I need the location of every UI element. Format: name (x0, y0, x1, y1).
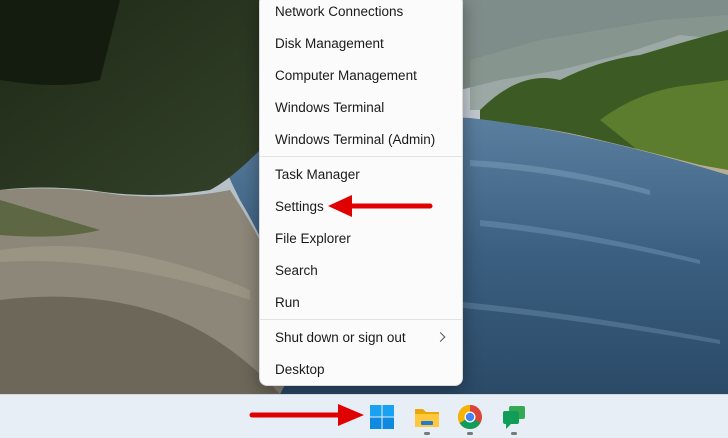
menu-item-windows-terminal[interactable]: Windows Terminal (266, 93, 456, 121)
menu-item-label: Windows Terminal (Admin) (275, 131, 436, 147)
menu-item-label: Search (275, 262, 318, 278)
menu-item-label: Run (275, 294, 300, 310)
menu-item-disk-management[interactable]: Disk Management (266, 29, 456, 57)
menu-item-label: File Explorer (275, 230, 351, 246)
menu-item-search[interactable]: Search (266, 256, 456, 284)
windows-start-icon[interactable] (368, 403, 396, 431)
menu-separator (260, 156, 462, 157)
menu-item-label: Disk Management (275, 35, 384, 51)
menu-item-label: Windows Terminal (275, 99, 385, 115)
chrome-icon[interactable] (456, 403, 484, 431)
menu-item-label: Network Connections (275, 3, 404, 19)
menu-item-task-manager[interactable]: Task Manager (266, 160, 456, 188)
annotation-arrow-start (249, 404, 364, 426)
menu-item-label: Computer Management (275, 67, 417, 83)
chevron-right-icon (435, 332, 446, 342)
menu-item-shut-down-or-sign-out[interactable]: Shut down or sign out (266, 323, 456, 351)
menu-item-label: Settings (275, 198, 324, 214)
menu-item-label: Task Manager (275, 166, 360, 182)
menu-separator (260, 319, 462, 320)
menu-item-label: Desktop (275, 361, 325, 377)
menu-item-network-connections[interactable]: Network Connections (266, 0, 456, 25)
menu-item-run[interactable]: Run (266, 288, 456, 316)
chat-icon[interactable] (500, 403, 528, 431)
menu-item-file-explorer[interactable]: File Explorer (266, 224, 456, 252)
running-indicator (467, 432, 473, 435)
menu-item-computer-management[interactable]: Computer Management (266, 61, 456, 89)
menu-item-desktop[interactable]: Desktop (266, 355, 456, 383)
menu-item-windows-terminal-admin[interactable]: Windows Terminal (Admin) (266, 125, 456, 153)
running-indicator (511, 432, 517, 435)
running-indicator (424, 432, 430, 435)
file-explorer-icon[interactable] (413, 403, 441, 431)
menu-item-label: Shut down or sign out (275, 329, 406, 345)
annotation-arrow-settings (328, 195, 433, 217)
